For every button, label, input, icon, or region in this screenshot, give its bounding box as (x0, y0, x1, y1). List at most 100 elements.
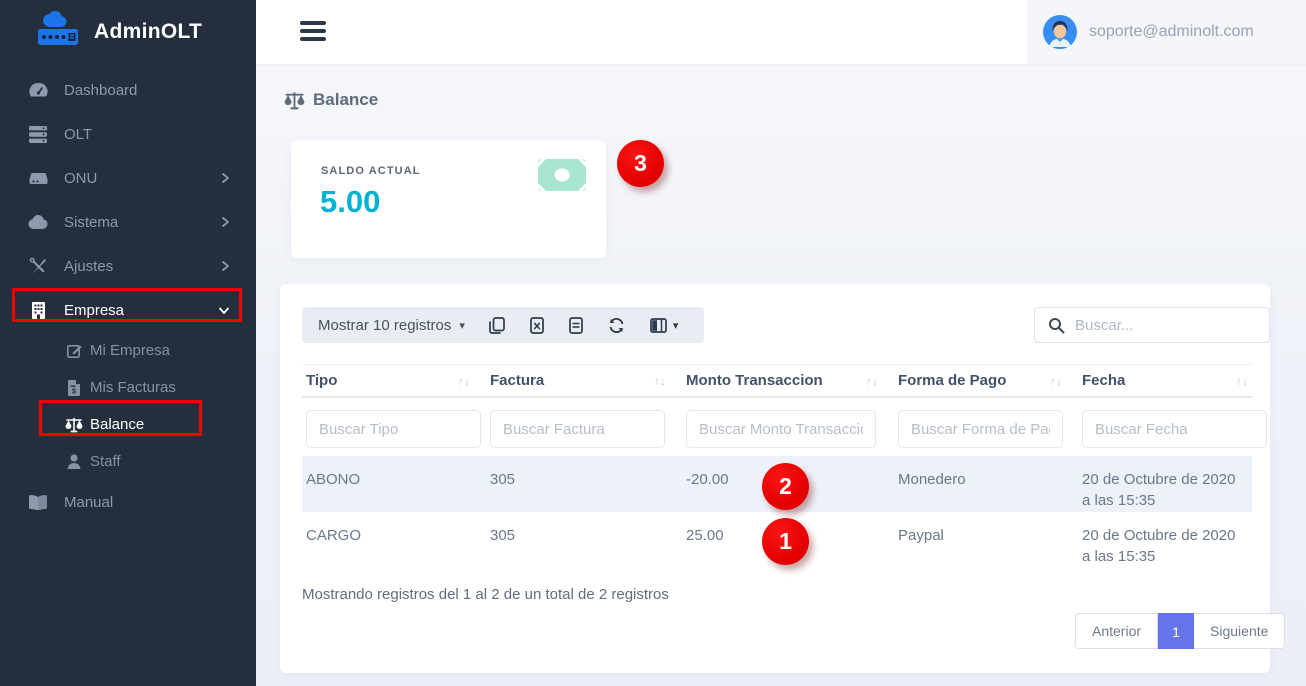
brand-name: AdminOLT (94, 20, 202, 44)
table-header-row: Tipo ↑↓ Factura ↑↓ Monto Transaccion ↑↓ … (302, 364, 1252, 398)
topbar: soporte@adminolt.com (256, 0, 1306, 64)
search-icon (1048, 317, 1065, 334)
annotation-box-empresa (12, 288, 242, 322)
page-length-select[interactable]: Mostrar 10 registros ▾ (302, 317, 465, 334)
records-summary: Mostrando registros del 1 al 2 de un tot… (302, 586, 669, 603)
column-label: Tipo (306, 372, 337, 389)
sidebar-item-mi-empresa[interactable]: Mi Empresa (0, 332, 256, 369)
refresh-icon (608, 317, 625, 334)
cell-fecha: 20 de Octubre de 2020 a las 15:35 (1078, 456, 1252, 512)
search-input[interactable] (1075, 317, 1274, 334)
edit-icon (64, 343, 84, 358)
filter-input-monto[interactable] (686, 410, 876, 448)
money-bill-icon (538, 158, 586, 192)
annotation-badge-2: 2 (762, 463, 809, 510)
column-header-monto[interactable]: Monto Transaccion ↑↓ (682, 365, 894, 396)
sidebar-item-label: Sistema (64, 214, 118, 231)
sort-icon[interactable]: ↑↓ (866, 374, 878, 388)
caret-down-icon: ▾ (673, 319, 679, 332)
page-title: Balance (284, 90, 378, 110)
user-menu[interactable]: soporte@adminolt.com (1027, 0, 1306, 64)
saldo-value: 5.00 (320, 184, 380, 220)
global-search (1034, 307, 1270, 343)
sidebar-item-sistema[interactable]: Sistema (0, 200, 256, 244)
book-icon (28, 495, 48, 510)
copy-icon (489, 317, 505, 334)
sort-icon[interactable]: ↑↓ (458, 374, 470, 388)
cell-forma-pago: Monedero (894, 456, 1078, 512)
sidebar-item-label: OLT (64, 126, 92, 143)
sidebar-item-manual[interactable]: Manual (0, 480, 256, 524)
table-filter-row (302, 410, 1252, 448)
user-icon (64, 454, 84, 469)
sidebar: AdminOLT Dashboard OLT ONU (0, 0, 256, 686)
adminolt-app: AdminOLT Dashboard OLT ONU (0, 0, 1306, 686)
annotation-badge-3: 3 (617, 140, 664, 187)
sort-icon[interactable]: ↑↓ (1236, 374, 1248, 388)
sidebar-item-label: Manual (64, 494, 113, 511)
export-excel-button[interactable] (530, 317, 544, 334)
server-icon (28, 126, 48, 143)
current-page-button[interactable]: 1 (1158, 613, 1194, 649)
cell-factura: 305 (486, 456, 682, 512)
sidebar-item-onu[interactable]: ONU (0, 156, 256, 200)
sort-icon[interactable]: ↑↓ (1050, 374, 1062, 388)
cell-tipo: CARGO (302, 512, 486, 568)
pagination: Anterior 1 Siguiente (1075, 613, 1285, 649)
filter-input-forma-pago[interactable] (898, 410, 1063, 448)
copy-button[interactable] (489, 317, 505, 334)
user-email: soporte@adminolt.com (1089, 23, 1254, 41)
brand-logo[interactable]: AdminOLT (0, 0, 256, 64)
sidebar-item-label: Mi Empresa (90, 342, 170, 359)
next-page-button[interactable]: Siguiente (1194, 613, 1285, 649)
menu-toggle-button[interactable] (300, 21, 326, 45)
sidebar-item-dashboard[interactable]: Dashboard (0, 68, 256, 112)
svg-text:$: $ (72, 388, 76, 395)
device-icon (28, 171, 48, 186)
columns-icon (650, 318, 667, 333)
sidebar-item-label: ONU (64, 170, 97, 187)
tools-icon (28, 257, 48, 275)
sidebar-item-label: Mis Facturas (90, 379, 176, 396)
column-label: Factura (490, 372, 544, 389)
adminolt-logo-icon (36, 11, 86, 53)
invoice-icon: $ (64, 380, 84, 396)
column-header-tipo[interactable]: Tipo ↑↓ (302, 365, 486, 396)
chevron-right-icon (221, 216, 230, 228)
filter-input-tipo[interactable] (306, 410, 481, 448)
caret-down-icon: ▾ (459, 319, 465, 332)
sort-icon[interactable]: ↑↓ (654, 374, 666, 388)
avatar (1043, 15, 1077, 49)
sidebar-item-staff[interactable]: Staff (0, 443, 256, 480)
filter-input-fecha[interactable] (1082, 410, 1267, 448)
export-file-button[interactable] (569, 317, 583, 334)
cell-forma-pago: Paypal (894, 512, 1078, 568)
gauge-icon (28, 82, 48, 99)
column-header-factura[interactable]: Factura ↑↓ (486, 365, 682, 396)
table-toolbar: Mostrar 10 registros ▾ ▾ (302, 307, 704, 343)
cloud-icon (28, 215, 48, 229)
cell-fecha: 20 de Octubre de 2020 a las 15:35 (1078, 512, 1252, 568)
annotation-box-balance (39, 400, 202, 436)
filter-input-factura[interactable] (490, 410, 665, 448)
column-header-forma-pago[interactable]: Forma de Pago ↑↓ (894, 365, 1078, 396)
sidebar-item-label: Staff (90, 453, 121, 470)
sidebar-item-olt[interactable]: OLT (0, 112, 256, 156)
chevron-right-icon (221, 260, 230, 272)
excel-icon (530, 317, 544, 334)
file-icon (569, 317, 583, 334)
cell-factura: 305 (486, 512, 682, 568)
sidebar-item-ajustes[interactable]: Ajustes (0, 244, 256, 288)
column-label: Fecha (1082, 372, 1125, 389)
column-header-fecha[interactable]: Fecha ↑↓ (1078, 365, 1252, 396)
sidebar-item-label: Dashboard (64, 82, 137, 99)
refresh-button[interactable] (608, 317, 625, 334)
page-length-label: Mostrar 10 registros (318, 317, 451, 334)
saldo-card: SALDO ACTUAL 5.00 (291, 140, 606, 258)
cell-tipo: ABONO (302, 456, 486, 512)
annotation-badge-1: 1 (762, 518, 809, 565)
page-title-text: Balance (313, 90, 378, 110)
column-visibility-button[interactable]: ▾ (650, 318, 679, 333)
column-label: Monto Transaccion (686, 372, 823, 389)
previous-page-button[interactable]: Anterior (1075, 613, 1158, 649)
